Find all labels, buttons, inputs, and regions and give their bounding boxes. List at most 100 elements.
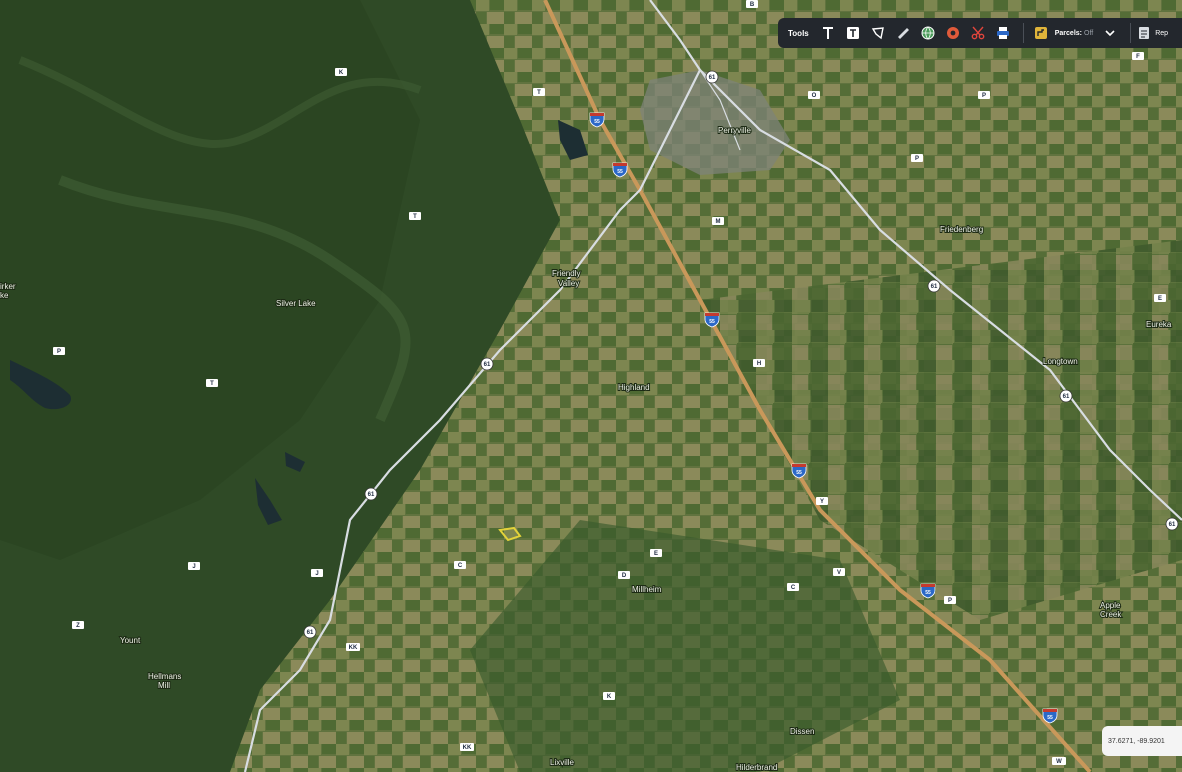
coordinate-readout[interactable]: 37.6271, -89.9201	[1102, 726, 1182, 756]
svg-text:P: P	[915, 156, 919, 162]
text-icon	[822, 27, 833, 39]
place-label-perryville: Perryville	[718, 126, 751, 135]
place-label-mill: Mill	[158, 681, 170, 690]
parcels-dropdown-button[interactable]	[1099, 22, 1121, 44]
us-route-shield: 61	[364, 487, 378, 501]
globe-tool-button[interactable]	[917, 22, 939, 44]
state-route-shield: Z	[72, 621, 84, 629]
parcels-toggle[interactable]: Parcels: Off	[1055, 30, 1093, 37]
svg-text:55: 55	[617, 169, 623, 175]
text-tool-button[interactable]	[817, 22, 839, 44]
svg-text:W: W	[1056, 759, 1062, 765]
svg-text:P: P	[948, 598, 952, 604]
ruler-icon	[897, 28, 909, 39]
state-route-shield: C	[454, 561, 466, 569]
place-label-creek: Creek	[1100, 610, 1122, 619]
svg-text:61: 61	[931, 284, 938, 290]
state-route-shield: P	[53, 347, 65, 355]
place-label-silver-lake: Silver Lake	[276, 299, 316, 308]
svg-text:61: 61	[1063, 394, 1070, 400]
svg-text:F: F	[1136, 54, 1140, 60]
place-label-longtown: Longtown	[1043, 357, 1078, 366]
svg-text:C: C	[458, 563, 463, 569]
place-label-eureka: Eureka	[1146, 320, 1172, 329]
coordinate-text: 37.6271, -89.9201	[1108, 737, 1165, 745]
us-route-shield: 61	[927, 279, 941, 293]
us-route-shield: 61	[1165, 517, 1179, 531]
place-label-highland: Highland	[618, 383, 650, 392]
polygon-tool-button[interactable]	[867, 22, 889, 44]
svg-text:Z: Z	[76, 623, 80, 629]
record-icon	[946, 27, 959, 39]
toolbar-divider	[1130, 23, 1132, 43]
state-route-shield: E	[1154, 294, 1166, 302]
svg-text:E: E	[654, 551, 658, 557]
state-route-shield: Y	[816, 497, 828, 505]
state-route-shield: B	[746, 0, 758, 8]
state-route-shield: F	[1132, 52, 1144, 60]
state-route-shield: KK	[460, 743, 474, 751]
report-icon	[1139, 27, 1150, 39]
place-label-friedenberg: Friedenberg	[940, 225, 983, 234]
scissors-icon	[971, 26, 985, 40]
svg-text:C: C	[791, 585, 796, 591]
svg-text:T: T	[210, 381, 214, 387]
measure-tool-button[interactable]	[892, 22, 914, 44]
record-tool-button[interactable]	[942, 22, 964, 44]
svg-text:K: K	[607, 694, 612, 700]
svg-text:P: P	[57, 349, 61, 355]
svg-text:K: K	[339, 70, 344, 76]
state-route-shield: H	[753, 359, 765, 367]
globe-icon	[921, 26, 935, 40]
state-route-shield: J	[188, 562, 200, 570]
svg-text:61: 61	[709, 75, 716, 81]
map-toolbar: Tools Parcels: Off Rep	[778, 18, 1182, 48]
print-tool-button[interactable]	[992, 22, 1014, 44]
state-route-shield: T	[533, 88, 545, 96]
svg-text:55: 55	[594, 119, 600, 125]
svg-text:61: 61	[1169, 522, 1176, 528]
chevron-down-icon	[1105, 30, 1115, 37]
place-label-friendly: Friendly	[552, 269, 580, 278]
cut-tool-button[interactable]	[967, 22, 989, 44]
svg-text:61: 61	[484, 362, 491, 368]
state-route-shield: V	[833, 568, 845, 576]
place-label-millheim: Millheim	[632, 585, 662, 594]
place-label-apple: Apple	[1100, 601, 1121, 610]
state-route-shield: T	[409, 212, 421, 220]
parcels-button[interactable]	[1030, 22, 1052, 44]
state-route-shield: E	[650, 549, 662, 557]
svg-text:55: 55	[709, 319, 715, 325]
svg-text:KK: KK	[349, 645, 358, 651]
tools-label: Tools	[788, 28, 809, 38]
state-route-shield: P	[978, 91, 990, 99]
svg-text:H: H	[757, 361, 761, 367]
state-route-shield: T	[206, 379, 218, 387]
svg-text:61: 61	[307, 630, 314, 636]
svg-text:T: T	[537, 90, 541, 96]
state-route-shield: K	[603, 692, 615, 700]
state-route-shield: KK	[346, 643, 360, 651]
svg-text:T: T	[413, 214, 417, 220]
svg-text:J: J	[315, 571, 318, 577]
satellite-map[interactable]: Perryville Friedenberg Friendly Valley S…	[0, 0, 1182, 772]
toolbar-divider	[1022, 23, 1024, 43]
svg-text:61: 61	[368, 492, 375, 498]
svg-text:E: E	[1158, 296, 1162, 302]
svg-text:KK: KK	[463, 745, 472, 751]
polygon-icon	[871, 27, 884, 40]
state-route-shield: O	[808, 91, 820, 99]
place-label-hellmans: Hellmans	[148, 672, 181, 681]
us-route-shield: 61	[303, 625, 317, 639]
svg-text:55: 55	[925, 590, 931, 596]
svg-text:Y: Y	[820, 499, 824, 505]
report-label: Rep	[1155, 29, 1169, 37]
svg-text:O: O	[812, 93, 817, 99]
report-button[interactable]: Rep	[1137, 26, 1168, 40]
place-label-lixville: Lixville	[550, 758, 575, 767]
us-route-shield: 61	[705, 70, 719, 84]
state-route-shield: C	[787, 583, 799, 591]
place-label-hilderbrand: Hilderbrand	[736, 763, 777, 772]
place-label-walker-2: ke	[0, 291, 9, 300]
text-box-tool-button[interactable]	[842, 22, 864, 44]
